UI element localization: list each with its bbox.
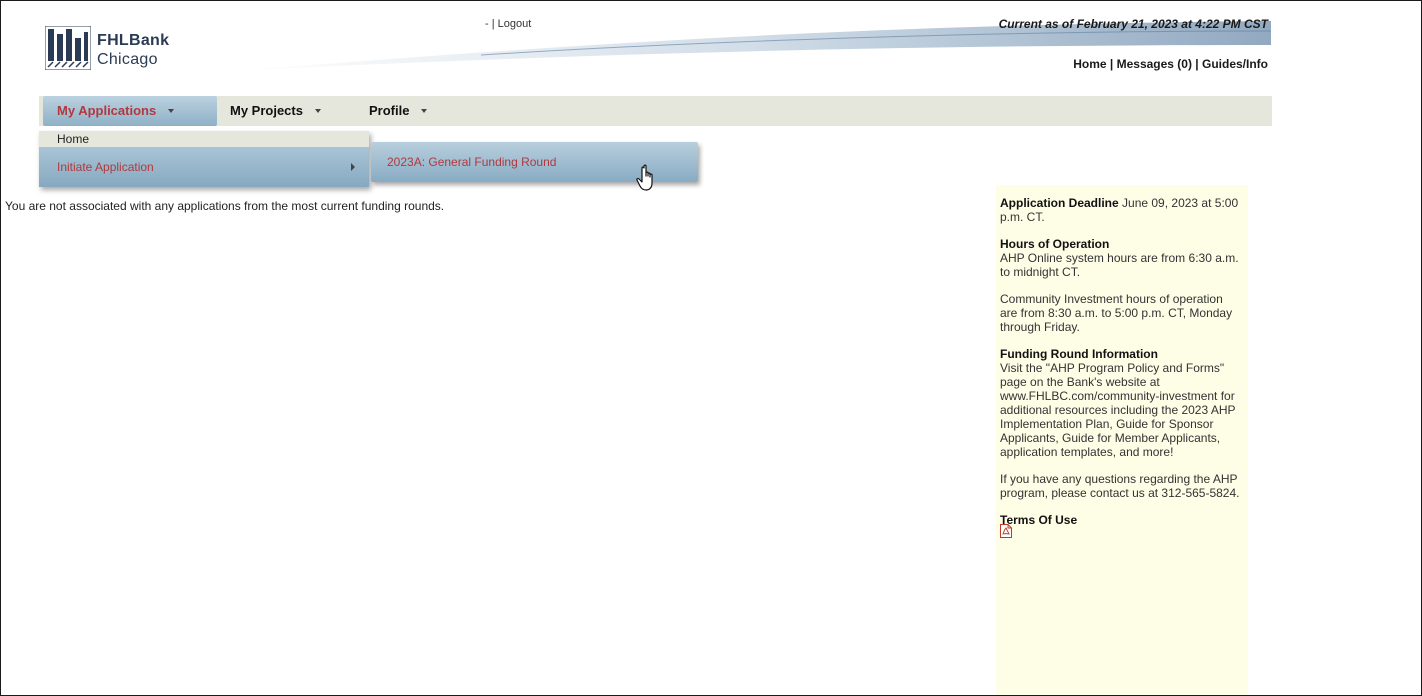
- terms-section: Terms Of Use: [1000, 513, 1242, 541]
- caret-down-icon: [168, 108, 175, 113]
- dropdown-item-home[interactable]: Home: [39, 131, 369, 147]
- chevron-right-icon: [351, 163, 355, 171]
- menu-label: Profile: [369, 103, 410, 118]
- current-as-of: Current as of February 21, 2023 at 4:22 …: [998, 17, 1268, 31]
- deadline-title: Application Deadline: [1000, 196, 1119, 210]
- app-frame: FHLBank Chicago - | Logout Current as of…: [0, 0, 1422, 696]
- deadline-section: Application Deadline June 09, 2023 at 5:…: [1000, 196, 1242, 224]
- dropdown-item-label: Initiate Application: [57, 160, 154, 174]
- funding-text: Visit the "AHP Program Policy and Forms"…: [1000, 361, 1236, 459]
- guides-info-link[interactable]: Guides/Info: [1202, 57, 1268, 71]
- hand-cursor-icon: [636, 164, 653, 191]
- link-separator: |: [1191, 57, 1202, 71]
- hours-section: Hours of Operation AHP Online system hour…: [1000, 237, 1242, 279]
- messages-link[interactable]: Messages (0): [1117, 57, 1192, 71]
- my-applications-dropdown: Home Initiate Application: [39, 131, 369, 187]
- caret-down-icon: [421, 108, 428, 113]
- hours-text: AHP Online system hours are from 6:30 a.…: [1000, 251, 1239, 279]
- funding-section: Funding Round Information Visit the "AHP …: [1000, 347, 1242, 459]
- logo-name: FHLBank: [97, 32, 170, 49]
- menu-my-projects[interactable]: My Projects: [230, 96, 321, 126]
- hours-title: Hours of Operation: [1000, 237, 1110, 251]
- logo-city: Chicago: [97, 51, 158, 68]
- logout-line: - | Logout: [485, 18, 531, 30]
- dropdown-item-initiate-application[interactable]: Initiate Application: [39, 147, 369, 187]
- link-separator: |: [1106, 57, 1117, 71]
- header-swoosh: [231, 21, 1272, 72]
- funding-title: Funding Round Information: [1000, 347, 1158, 361]
- menu-my-applications[interactable]: My Applications: [43, 96, 217, 126]
- home-link[interactable]: Home: [1073, 57, 1106, 71]
- menu-label: My Applications: [57, 103, 157, 118]
- fhlbank-logo[interactable]: FHLBank Chicago: [45, 26, 205, 70]
- menu-profile[interactable]: Profile: [369, 96, 428, 126]
- ci-hours-text: Community Investment hours of operation …: [1000, 292, 1233, 334]
- top-links: Home | Messages (0) | Guides/Info: [1073, 57, 1268, 71]
- logout-link[interactable]: Logout: [498, 18, 532, 30]
- questions-text: If you have any questions regarding the …: [1000, 472, 1240, 500]
- info-sidebar: Application Deadline June 09, 2023 at 5:…: [996, 185, 1248, 695]
- menu-label: My Projects: [230, 103, 303, 118]
- logout-prefix: - |: [485, 18, 495, 30]
- logo-mark-icon: [45, 26, 91, 70]
- caret-down-icon: [314, 108, 321, 113]
- main-menubar: My Applications My Projects Profile: [39, 96, 1272, 126]
- pdf-icon[interactable]: [1000, 524, 1012, 538]
- no-applications-message: You are not associated with any applicat…: [5, 199, 445, 213]
